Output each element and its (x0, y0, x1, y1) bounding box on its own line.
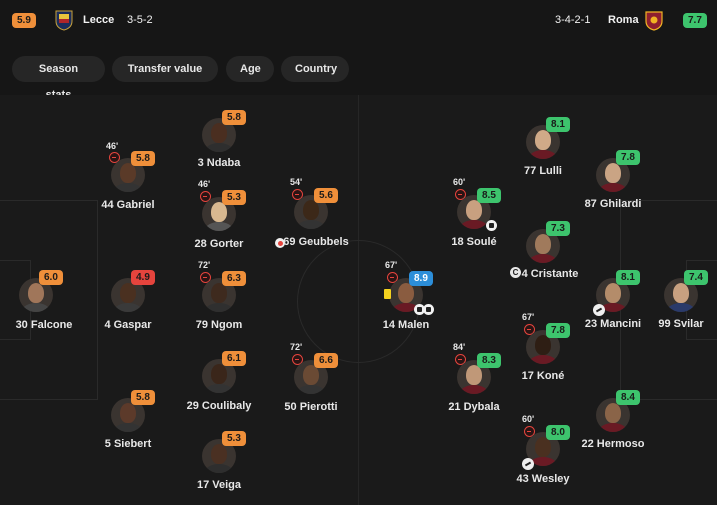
player-name: 17 Veiga (196, 479, 242, 491)
player-name: 21 Dybala (448, 401, 500, 413)
roma-crest-icon (645, 11, 663, 31)
player-rating: 5.8 (222, 110, 246, 125)
player-ngom[interactable]: 72' 6.3 79 Ngom (169, 259, 269, 331)
player-rating: 7.4 (684, 270, 708, 285)
player-name: 44 Gabriel (101, 199, 155, 211)
player-svilar[interactable]: 7.4 99 Svilar (631, 268, 717, 338)
sub-minute: 72' (198, 260, 211, 270)
away-team-name: Roma (608, 14, 639, 26)
sub-minute: 54' (290, 177, 303, 187)
player-name: 3 Ndaba (197, 157, 241, 169)
player-rating: 5.3 (222, 431, 246, 446)
sub-minute: 60' (453, 177, 466, 187)
player-name: 4 Gaspar (104, 319, 152, 331)
tab-transfer-value[interactable]: Transfer value (112, 56, 218, 82)
away-team-rating: 7.7 (683, 13, 707, 28)
player-name: 69 Geubbels (283, 236, 349, 248)
player-name: 22 Hermoso (581, 438, 645, 450)
player-coulibaly[interactable]: 6.1 29 Coulibaly (169, 349, 269, 419)
player-rating: 8.5 (477, 188, 501, 203)
player-geubbels[interactable]: 54' 5.6 69 Geubbels (261, 176, 361, 248)
sub-minute: 67' (522, 312, 535, 322)
player-siebert[interactable]: 5.8 5 Siebert (78, 388, 178, 458)
player-malen[interactable]: 67' 8.9 14 Malen (356, 259, 456, 331)
player-rating: 8.1 (546, 117, 570, 132)
sub-minute: 60' (522, 414, 535, 424)
player-rating: 6.1 (222, 351, 246, 366)
player-rating: 8.9 (409, 271, 433, 286)
home-formation: 3-5-2 (127, 14, 153, 26)
player-hermoso[interactable]: 8.4 22 Hermoso (563, 388, 663, 458)
assist-icon (593, 304, 605, 316)
player-gabriel[interactable]: 46' 5.8 44 Gabriel (78, 140, 178, 211)
player-rating: 7.3 (546, 221, 570, 236)
player-rating: 8.4 (616, 390, 640, 405)
home-team-name: Lecce (83, 14, 115, 26)
lecce-crest-icon (55, 10, 73, 31)
match-header: 5.9 Lecce 3-5-2 3-4-2-1 Roma 7.7 (0, 0, 717, 42)
sub-minute: 72' (290, 342, 303, 352)
away-formation: 3-4-2-1 (555, 14, 591, 26)
player-falcone[interactable]: 6.0 C 30 Falcone (0, 268, 86, 338)
goal-icon (423, 304, 434, 315)
player-name: 43 Wesley (516, 473, 570, 485)
player-rating: 6.6 (314, 353, 338, 368)
player-name: 50 Pierotti (284, 401, 338, 413)
player-rating: 6.0 (39, 270, 63, 285)
yellow-card-icon (384, 289, 391, 299)
tab-country[interactable]: Country (281, 56, 349, 82)
player-name: 29 Coulibaly (186, 400, 252, 412)
sub-minute: 67' (385, 260, 398, 270)
player-rating: 6.3 (222, 271, 246, 286)
tab-age[interactable]: Age (226, 56, 274, 82)
player-rating: 4.9 (131, 270, 155, 285)
sub-minute: 84' (453, 342, 466, 352)
player-veiga[interactable]: 5.3 17 Veiga (169, 429, 269, 499)
player-name: 87 Ghilardi (584, 198, 642, 210)
player-name: 14 Malen (382, 319, 430, 331)
sub-minute: 46' (106, 141, 119, 151)
assist-icon (522, 458, 534, 470)
player-pierotti[interactable]: 72' 6.6 50 Pierotti (261, 341, 361, 413)
player-gaspar[interactable]: 4.9 4 Gaspar (78, 268, 178, 338)
player-name: 17 Koné (521, 370, 565, 382)
sub-minute: 46' (198, 179, 211, 189)
player-ghilardi[interactable]: 7.8 87 Ghilardi (563, 148, 663, 218)
player-rating: 5.3 (222, 190, 246, 205)
player-rating: 5.8 (131, 390, 155, 405)
player-name: 5 Siebert (104, 438, 152, 450)
home-team-rating: 5.9 (12, 13, 36, 28)
player-name: 79 Ngom (195, 319, 243, 331)
player-rating: 7.8 (616, 150, 640, 165)
tab-season-stats[interactable]: Season stats (12, 56, 105, 101)
player-rating: 5.8 (131, 151, 155, 166)
player-ndaba[interactable]: 5.8 3 Ndaba (169, 108, 269, 178)
player-name: 28 Gorter (194, 238, 244, 250)
player-name: 99 Svilar (658, 318, 704, 330)
player-gorter[interactable]: 46' 5.3 28 Gorter (169, 178, 269, 250)
player-rating: 5.6 (314, 188, 338, 203)
